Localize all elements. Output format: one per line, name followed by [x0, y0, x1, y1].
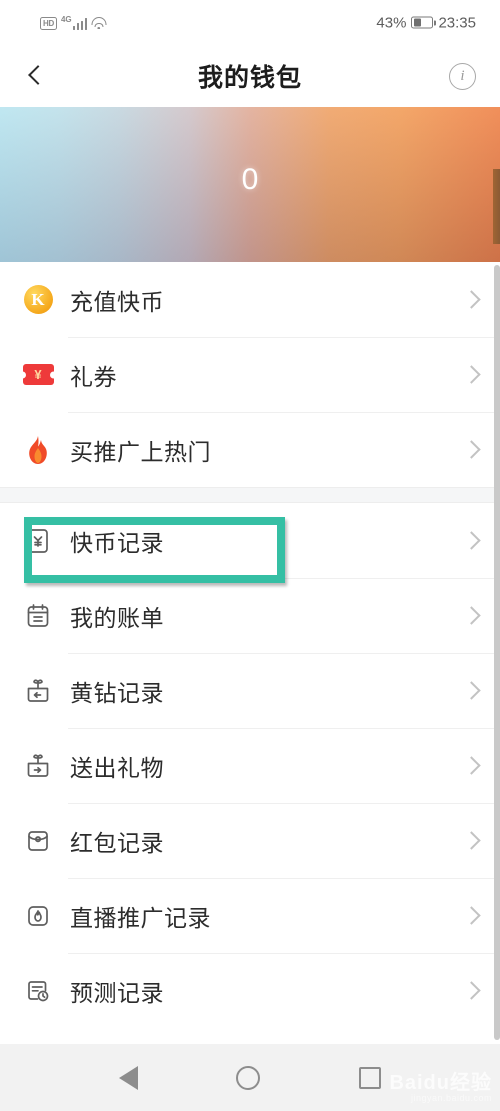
watermark-brand: Baidu经验 — [389, 1071, 492, 1094]
wifi-icon — [91, 17, 107, 30]
gift-out-icon — [20, 752, 56, 780]
chevron-right-icon — [465, 984, 478, 997]
list-item-label: 预测记录 — [70, 979, 164, 1006]
wallet-records-group: 快币记录 我的账单 黄钻记录 送出礼物 红包记录 直播推广记录 预测记录 — [0, 503, 500, 1028]
gift-in-icon — [20, 677, 56, 705]
nav-home-icon[interactable] — [236, 1065, 261, 1090]
list-item-label: 充值快币 — [70, 288, 164, 315]
network-type-label: 4G — [60, 14, 72, 24]
watermark-url: jingyan.baidu.com — [410, 1092, 492, 1103]
status-bar-left: HD 4G — [40, 14, 107, 30]
info-icon[interactable]: i — [449, 62, 476, 90]
wallet-balance-banner: 0 — [0, 107, 500, 262]
hd-icon: HD — [40, 16, 57, 30]
chevron-right-icon — [465, 368, 478, 381]
list-item-forecast-record[interactable]: 预测记录 — [0, 953, 500, 1028]
list-item-label: 直播推广记录 — [70, 904, 211, 931]
list-item-sent-gifts[interactable]: 送出礼物 — [0, 728, 500, 803]
chevron-right-icon — [465, 534, 478, 547]
chevron-right-icon — [465, 834, 478, 847]
coin-record-icon — [20, 527, 56, 555]
list-item-label: 快币记录 — [70, 529, 164, 556]
battery-percent-label: 43% — [376, 14, 407, 31]
list-item-red-envelope-record[interactable]: 红包记录 — [0, 803, 500, 878]
system-navigation-bar: Baidu经验 jingyan.baidu.com — [0, 1044, 500, 1111]
chevron-right-icon — [465, 293, 478, 306]
coin-k-icon: K — [20, 285, 56, 314]
balance-amount: 0 — [241, 163, 259, 196]
list-item-diamond-record[interactable]: 黄钻记录 — [0, 653, 500, 728]
forecast-icon — [20, 977, 56, 1005]
cellular-signal-icon: 4G — [60, 14, 88, 30]
list-item-label: 送出礼物 — [70, 754, 164, 781]
page-title: 我的钱包 — [197, 64, 302, 92]
nav-back-icon[interactable] — [119, 1065, 139, 1090]
list-item-buy-promotion[interactable]: 买推广上热门 — [0, 412, 500, 487]
list-item-label: 黄钻记录 — [70, 679, 164, 706]
red-envelope-icon — [20, 827, 56, 855]
list-item-label: 红包记录 — [70, 829, 164, 856]
chevron-right-icon — [465, 759, 478, 772]
section-divider — [0, 487, 500, 503]
list-item-label: 我的账单 — [70, 604, 164, 631]
list-item-label: 礼券 — [70, 363, 117, 390]
vertical-scrollbar[interactable] — [494, 265, 500, 1040]
signal-bars-icon — [72, 17, 88, 30]
chevron-right-icon — [465, 443, 478, 456]
clock-label: 23:35 — [438, 14, 476, 31]
battery-icon — [411, 16, 436, 29]
list-item-coin-record[interactable]: 快币记录 — [0, 503, 500, 578]
chevron-right-icon — [465, 684, 478, 697]
nav-recents-icon[interactable] — [358, 1066, 381, 1089]
list-item-live-promo-record[interactable]: 直播推广记录 — [0, 878, 500, 953]
status-bar: HD 4G 43% 23:35 — [0, 0, 500, 45]
calendar-bill-icon — [20, 602, 56, 630]
chevron-right-icon — [465, 609, 478, 622]
ticket-yuan-icon: ¥ — [20, 364, 56, 385]
list-item-label: 买推广上热门 — [70, 438, 211, 465]
baidu-watermark: Baidu经验 jingyan.baidu.com — [389, 1071, 492, 1103]
list-item-gift-coupon[interactable]: ¥ 礼券 — [0, 337, 500, 412]
wallet-actions-group: K 充值快币 ¥ 礼券 买推广上热门 — [0, 262, 500, 487]
banner-edge-strip — [493, 169, 500, 244]
live-promo-icon — [20, 902, 56, 930]
flame-icon — [20, 435, 56, 465]
chevron-right-icon — [465, 909, 478, 922]
status-bar-right: 43% 23:35 — [376, 14, 476, 31]
list-item-recharge-coins[interactable]: K 充值快币 — [0, 262, 500, 337]
list-item-my-bill[interactable]: 我的账单 — [0, 578, 500, 653]
app-header: 我的钱包 i — [0, 45, 500, 107]
